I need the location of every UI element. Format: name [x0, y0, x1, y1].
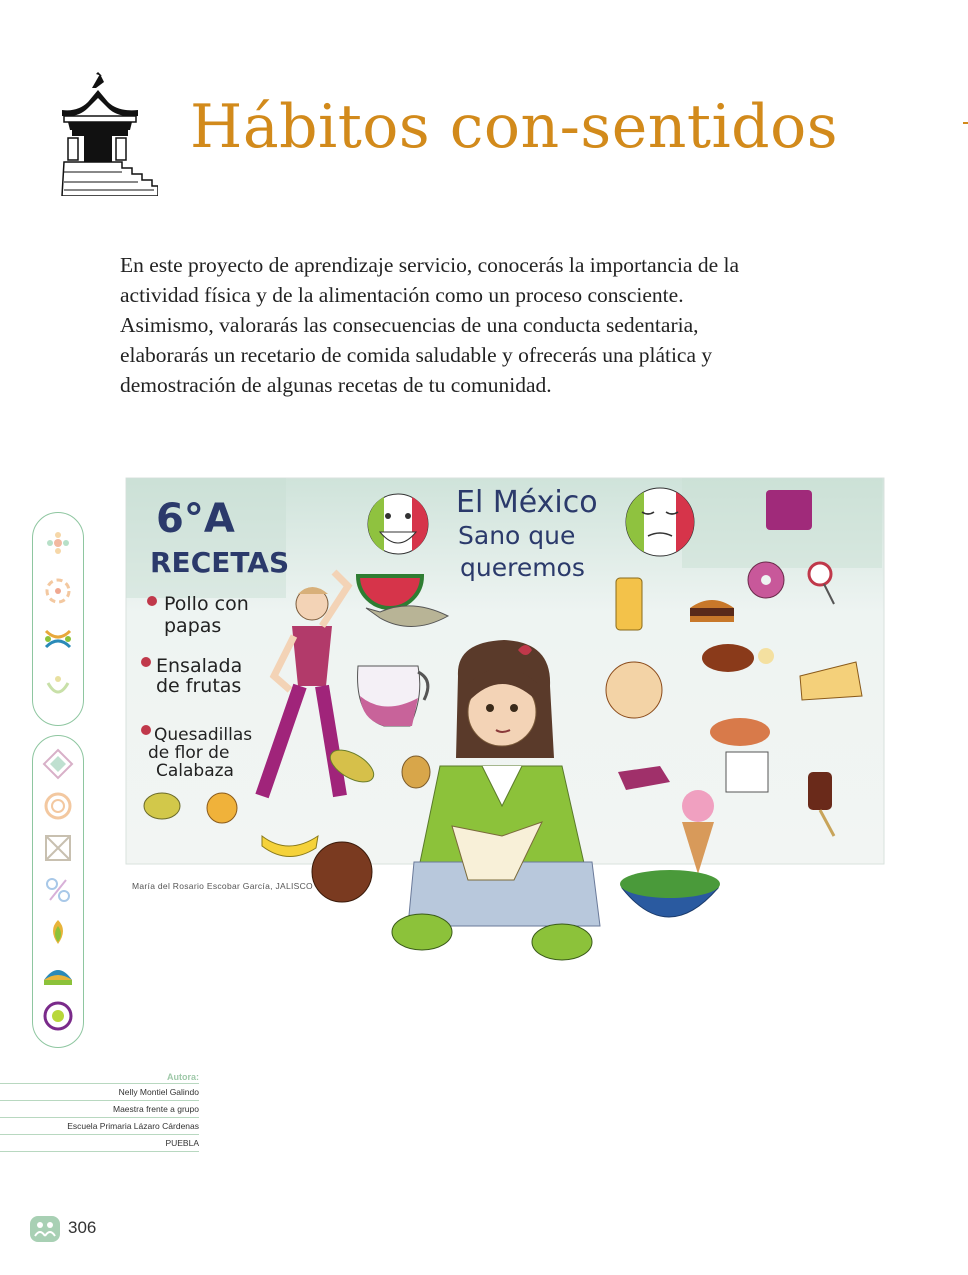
recipe-3-line3: Calabaza [156, 761, 234, 781]
fan-icon [44, 970, 72, 985]
recipe-1-line2: papas [164, 615, 221, 637]
juice-box-icon [766, 490, 812, 530]
recipe-3-line1: Quesadillas [154, 725, 252, 745]
snack-bag-icon [615, 577, 643, 631]
author-school: Escuela Primaria Lázaro Cárdenas [0, 1117, 199, 1134]
board-title-line2: Sano que [458, 521, 575, 550]
board-title-line3: queremos [460, 553, 585, 582]
lime-icon [143, 792, 181, 820]
author-label: Autora: [167, 1072, 199, 1082]
page-title: Hábitos con-sentidos [190, 92, 838, 162]
page-number: 306 [68, 1218, 97, 1237]
author-role: Maestra frente a grupo [0, 1100, 199, 1117]
linked-rings-icon [44, 629, 72, 649]
people-circle-icon [45, 578, 71, 604]
sidebar-top-group [32, 512, 84, 726]
board-subheading: RECETAS [150, 546, 289, 579]
orange-icon [206, 792, 238, 824]
diamond-pattern-icon [42, 748, 74, 780]
sweet-bread-icon [710, 718, 770, 746]
recipe-1-line1: Pollo con [164, 593, 249, 615]
ice-pop-icon [808, 772, 832, 810]
margin-mark [963, 122, 968, 124]
target-circle-icon [43, 1001, 73, 1031]
square-x-icon [45, 835, 71, 861]
spiral-icon [44, 792, 72, 820]
recipe-2-line1: Ensalada [156, 655, 242, 677]
kiosk-pavilion-icon [58, 72, 158, 196]
author-credits: Autora: Nelly Montiel Galindo Maestra fr… [0, 1070, 199, 1152]
board-title-line1: El México [456, 485, 598, 520]
recipe-3-line2: de flor de [148, 743, 229, 763]
student-drawing-illustration: 6°A RECETAS Pollo con papas Ensalada de … [125, 477, 885, 961]
artwork-caption: María del Rosario Escobar García, JALISC… [132, 881, 313, 891]
percent-rings-icon [46, 878, 70, 902]
caption-state: JALISCO [275, 881, 313, 891]
sad-flag-face [625, 487, 695, 557]
cookie-pack-icon [725, 751, 769, 793]
author-state: PUEBLA [0, 1134, 199, 1152]
lotus-icon [53, 920, 63, 944]
intro-paragraph: En este proyecto de aprendizaje servicio… [120, 253, 740, 397]
lollipop-icon [807, 561, 833, 587]
community-people-icon [30, 1216, 60, 1242]
pizza-icon [605, 661, 663, 719]
onion-icon [401, 755, 431, 789]
salad-bowl-icon [620, 870, 720, 918]
person-leaf-icon [46, 676, 70, 694]
caption-artist: María del Rosario Escobar García, [132, 881, 273, 891]
flower-dots-icon [47, 532, 69, 554]
author-name: Nelly Montiel Galindo [0, 1083, 199, 1100]
sidebar-bottom-group [32, 735, 84, 1048]
recipe-2-line2: de frutas [156, 675, 241, 697]
happy-flag-face [367, 493, 429, 555]
board-heading: 6°A [156, 496, 235, 542]
basketball-icon [311, 841, 373, 903]
